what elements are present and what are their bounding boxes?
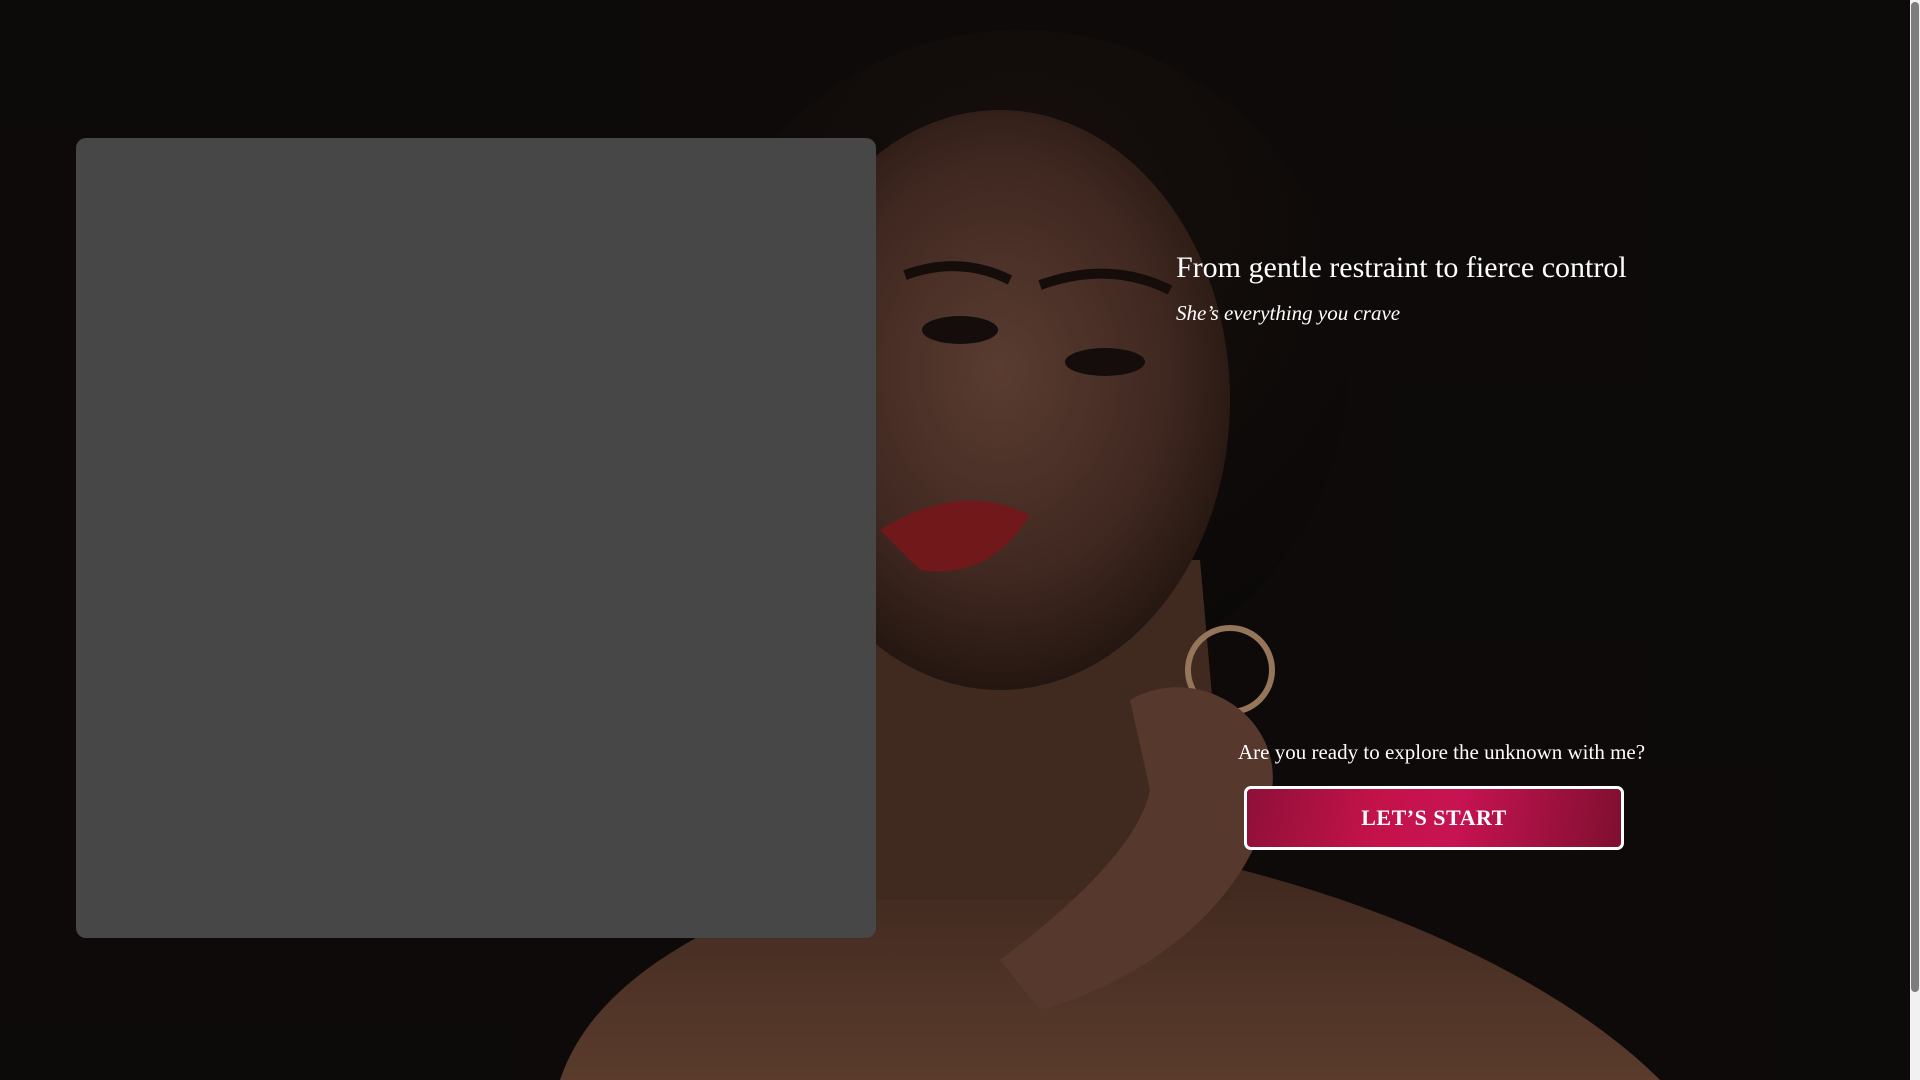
page-scrollbar[interactable] [1910,0,1920,1080]
hero-subheadline: She’s everything you crave [1176,301,1401,325]
hero-headline: From gentle restraint to fierce control [1176,251,1627,284]
scrollbar-thumb[interactable] [1911,2,1919,992]
landing-page: From gentle restraint to fierce control … [0,0,1910,1080]
media-placeholder-panel [76,138,876,938]
lets-start-button[interactable]: LET’S START [1244,786,1624,850]
cta-question: Are you ready to explore the unknown wit… [1238,740,1646,764]
